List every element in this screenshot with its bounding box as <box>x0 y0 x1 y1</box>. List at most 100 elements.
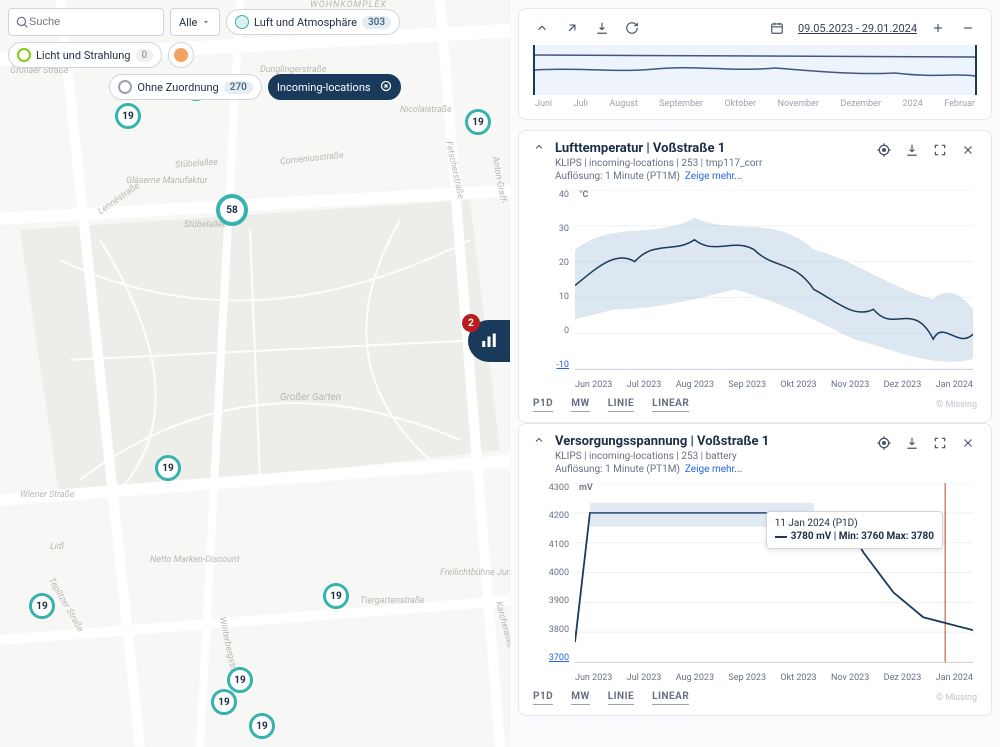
x-tick: Sep 2023 <box>728 380 766 390</box>
none-icon <box>118 80 132 94</box>
map-marker[interactable]: 19 <box>227 667 253 693</box>
chart-option-linie[interactable]: LINIE <box>608 398 634 412</box>
chip-count: 0 <box>136 49 154 62</box>
chart-option-linear[interactable]: LINEAR <box>652 691 689 705</box>
x-tick: Jun 2023 <box>575 673 612 683</box>
y-axis: 403020100-10 <box>533 190 573 370</box>
locate-icon[interactable] <box>875 434 893 452</box>
map-marker[interactable]: 19 <box>155 455 181 481</box>
fab-badge: 2 <box>462 314 480 332</box>
map-marker[interactable]: 19 <box>29 593 55 619</box>
atmosphere-icon <box>235 15 249 29</box>
collapse-icon[interactable] <box>533 434 545 475</box>
close-icon[interactable] <box>380 80 392 95</box>
y-tick[interactable]: 3700 <box>533 653 573 663</box>
chip-atmosphaere[interactable]: Luft und Atmosphäre 303 <box>226 9 400 35</box>
y-tick: 3900 <box>533 596 573 606</box>
filter-all-label: Alle <box>179 16 197 29</box>
chip-incoming-locations[interactable]: Incoming-locations <box>268 74 401 100</box>
fullscreen-icon[interactable] <box>931 434 949 452</box>
poi-label: Freilichtbühne Junge Garde <box>440 568 510 578</box>
download-icon[interactable] <box>593 19 611 37</box>
x-tick: Sep 2023 <box>728 673 766 683</box>
search-box[interactable] <box>8 8 164 36</box>
map-marker[interactable]: 19 <box>323 583 349 609</box>
map-marker[interactable]: 58 <box>216 194 248 226</box>
timeline-month-label: Juni <box>535 99 552 109</box>
tooltip-swatch <box>775 536 787 538</box>
bar-chart-icon <box>480 332 498 350</box>
chip-other[interactable] <box>168 42 194 68</box>
timeline-month-label: Februar <box>944 99 975 109</box>
x-tick: Dez 2023 <box>884 380 922 390</box>
map-marker[interactable]: 19 <box>465 109 491 135</box>
y-tick: 3800 <box>533 625 573 635</box>
map-marker[interactable]: 19 <box>115 103 141 129</box>
x-tick: Nov 2023 <box>831 380 869 390</box>
show-more-link[interactable]: Zeige mehr... <box>685 464 742 475</box>
attribution: © Missing <box>936 400 977 410</box>
y-tick: 10 <box>533 292 573 302</box>
chip-ohne-zuordnung[interactable]: Ohne Zuordnung 270 <box>109 74 261 100</box>
chart-option-p1d[interactable]: P1D <box>533 691 553 705</box>
poi-label: Netto Marken-Discount <box>150 555 240 565</box>
fullscreen-icon[interactable] <box>931 141 949 159</box>
chevron-down-icon <box>201 17 211 27</box>
show-more-link[interactable]: Zeige mehr... <box>685 171 742 182</box>
chip-label: Ohne Zuordnung <box>137 81 218 94</box>
chip-count: 303 <box>362 16 391 29</box>
x-tick: Jan 2024 <box>936 673 973 683</box>
calendar-icon[interactable] <box>768 19 786 37</box>
filter-all-select[interactable]: Alle <box>170 8 220 36</box>
minus-icon[interactable] <box>959 19 977 37</box>
timeline-month-label: September <box>659 99 703 109</box>
y-tick: 4000 <box>533 568 573 578</box>
map-marker[interactable]: 19 <box>211 689 237 715</box>
light-icon <box>17 48 31 62</box>
y-axis: 4300420041004000390038003700 <box>533 483 573 663</box>
download-icon[interactable] <box>903 141 921 159</box>
chart-option-mw[interactable]: MW <box>571 398 590 412</box>
chart-option-p1d[interactable]: P1D <box>533 398 553 412</box>
chip-label: Luft und Atmosphäre <box>254 16 357 29</box>
x-tick: Aug 2023 <box>676 673 714 683</box>
chip-count: 270 <box>224 81 253 94</box>
y-tick: 4200 <box>533 511 573 521</box>
close-icon[interactable] <box>959 434 977 452</box>
collapse-icon[interactable] <box>533 141 545 182</box>
y-tick[interactable]: -10 <box>533 360 573 370</box>
chart-option-linear[interactable]: LINEAR <box>652 398 689 412</box>
chart-option-mw[interactable]: MW <box>571 691 590 705</box>
collapse-icon[interactable] <box>533 19 551 37</box>
mini-timeline[interactable] <box>533 45 977 95</box>
chip-label: Incoming-locations <box>277 81 371 94</box>
expand-icon[interactable] <box>563 19 581 37</box>
y-tick: 4100 <box>533 540 573 550</box>
download-icon[interactable] <box>903 434 921 452</box>
chart-plot[interactable]: mV 4300420041004000390038003700 11 Jan 2… <box>533 483 977 683</box>
street-label: Wiener Straße <box>20 490 75 500</box>
map-top-controls: Alle Luft und Atmosphäre 303 Licht und S… <box>8 8 502 106</box>
chart-plot[interactable]: °C 403020100-10 Jun 2023Jul 2023Aug 2023… <box>533 190 977 390</box>
chart-subtitle: KLIPS | incoming-locations | 253 | batte… <box>555 451 769 462</box>
refresh-icon[interactable] <box>623 19 641 37</box>
plus-icon[interactable] <box>929 19 947 37</box>
tooltip-value: 3780 mV | Min: 3760 Max: 3780 <box>791 531 934 542</box>
map-panel[interactable]: PIRNAISCHE VORSTADT WOHNKOMPLEX Großer G… <box>0 0 510 747</box>
x-tick: Aug 2023 <box>676 380 714 390</box>
chart-footer-options: P1D MW LINIE LINEAR <box>533 398 689 412</box>
locate-icon[interactable] <box>875 141 893 159</box>
date-range[interactable]: 09.05.2023 - 29.01.2024 <box>798 22 917 35</box>
x-tick: Okt 2023 <box>780 673 816 683</box>
timeline-card: 09.05.2023 - 29.01.2024 JuniJuliAugustSe… <box>518 8 992 120</box>
chart-option-linie[interactable]: LINIE <box>608 691 634 705</box>
timeline-month-label: Oktober <box>724 99 756 109</box>
search-input[interactable] <box>29 16 157 28</box>
y-tick: 0 <box>533 326 573 336</box>
chart-card: Versorgungsspannung | Voßstraße 1 KLIPS … <box>518 423 992 716</box>
charts-fab[interactable]: 2 <box>468 320 510 362</box>
chart-resolution: Auflösung: 1 Minute (PT1M) Zeige mehr... <box>555 171 762 182</box>
close-icon[interactable] <box>959 141 977 159</box>
chip-licht[interactable]: Licht und Strahlung 0 <box>8 42 162 68</box>
map-marker[interactable]: 19 <box>249 713 275 739</box>
